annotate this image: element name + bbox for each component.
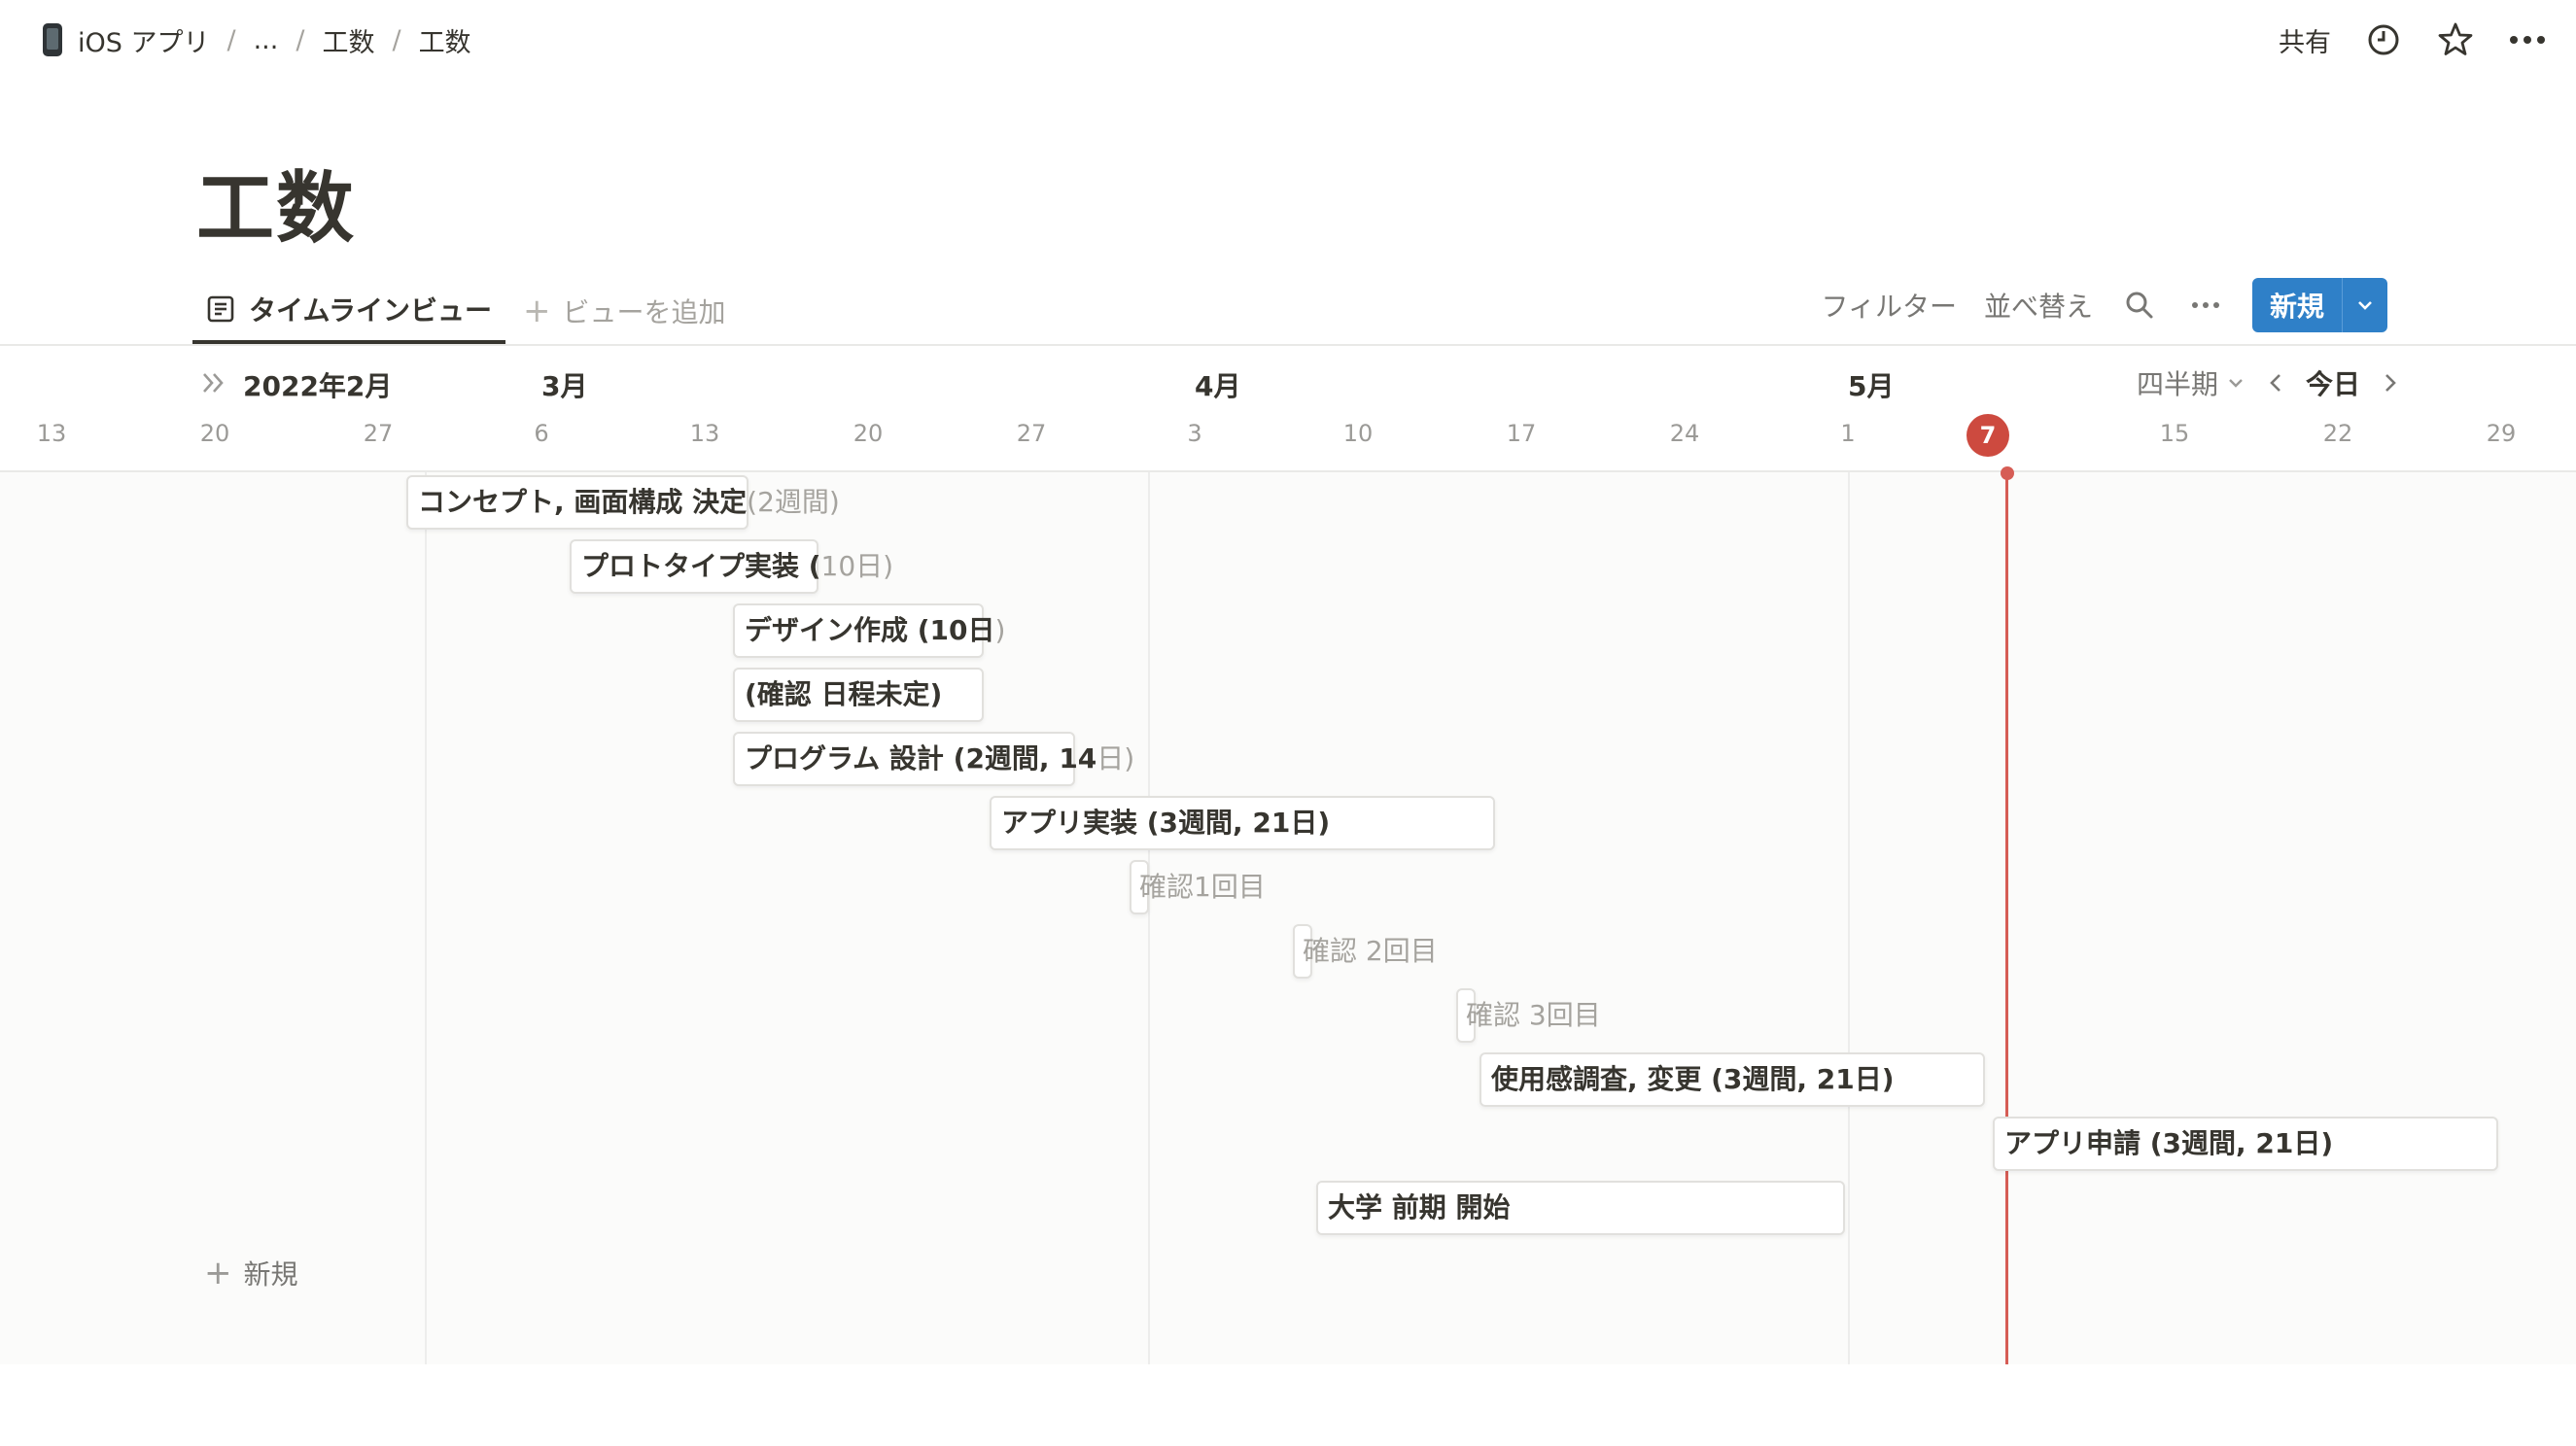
breadcrumb: iOS アプリ / ... / 工数 / 工数 bbox=[43, 19, 471, 60]
database-toolbar: フィルター 並べ替え 新規 bbox=[1822, 278, 2387, 332]
item-title: アプリ実装 (3週間, 21日) bbox=[1001, 807, 1331, 839]
page-title[interactable]: 工数 bbox=[196, 146, 356, 258]
breadcrumb-separator: / bbox=[392, 24, 401, 55]
today-marker bbox=[2001, 466, 2014, 480]
view-tabs: タイムラインビュー + ビューを追加 bbox=[192, 278, 726, 344]
day-label: 15 bbox=[2159, 420, 2190, 447]
double-chevron-icon[interactable] bbox=[200, 369, 227, 400]
item-title: 大学 前期 開始 bbox=[1328, 1191, 1511, 1223]
header-actions: 共有 bbox=[2279, 17, 2547, 62]
chevron-down-icon bbox=[2229, 379, 2243, 388]
timeline-controls: 四半期 今日 bbox=[2137, 362, 2399, 404]
item-title: 使用感調査, 変更 (3週間, 21日) bbox=[1491, 1063, 1895, 1095]
chevron-right-icon[interactable] bbox=[2382, 371, 2399, 395]
chevron-left-icon[interactable] bbox=[2267, 371, 2284, 395]
month-label: 4月 bbox=[1195, 370, 1241, 402]
day-label: 10 bbox=[1342, 420, 1374, 447]
new-button[interactable]: 新規 bbox=[2251, 278, 2387, 332]
timeline-item[interactable]: プログラム 設計 (2週間, 14日) bbox=[745, 732, 1134, 786]
today-line bbox=[2001, 466, 2014, 1364]
plus-icon: + bbox=[523, 292, 551, 330]
tab-label: タイムラインビュー bbox=[249, 294, 493, 327]
item-title: (確認 日程未定) bbox=[745, 678, 943, 710]
item-title-overflow: 10日) bbox=[820, 550, 894, 582]
more-icon[interactable] bbox=[2186, 286, 2225, 325]
timeline-item[interactable]: 確認 2回目 bbox=[1303, 924, 1438, 979]
add-view-label: ビューを追加 bbox=[562, 296, 726, 328]
item-title-overflow: (2週間) bbox=[747, 486, 840, 518]
timeline-item[interactable]: 使用感調査, 変更 (3週間, 21日) bbox=[1491, 1052, 1895, 1107]
item-title: 確認 2回目 bbox=[1303, 935, 1438, 967]
timeline-item[interactable]: 大学 前期 開始 bbox=[1328, 1181, 1511, 1235]
new-button-label: 新規 bbox=[2269, 291, 2324, 323]
timeline-item[interactable]: デザイン作成 (10日) bbox=[745, 603, 1005, 658]
timeline-item[interactable]: (確認 日程未定) bbox=[745, 668, 942, 722]
breadcrumb-item-parent[interactable]: 工数 bbox=[322, 21, 374, 59]
item-title: デザイン作成 (10日 bbox=[745, 614, 995, 646]
phone-icon bbox=[43, 23, 62, 56]
day-label: 24 bbox=[1669, 420, 1700, 447]
item-title: アプリ申請 (3週間, 21日) bbox=[2004, 1127, 2334, 1159]
day-label: 17 bbox=[1506, 420, 1537, 447]
day-label: 1 bbox=[1840, 420, 1856, 447]
timeline-item[interactable]: アプリ申請 (3週間, 21日) bbox=[2004, 1117, 2333, 1171]
month-gridline bbox=[425, 472, 427, 1364]
day-label: 3 bbox=[1187, 420, 1202, 447]
page-bottom bbox=[0, 1364, 2576, 1446]
day-label: 22 bbox=[2322, 420, 2353, 447]
month-label: 3月 bbox=[541, 370, 588, 402]
chevron-down-icon[interactable] bbox=[2342, 278, 2387, 332]
filter-button[interactable]: フィルター bbox=[1822, 286, 1957, 325]
month-label: 5月 bbox=[1848, 370, 1895, 402]
breadcrumb-item-ellipsis[interactable]: ... bbox=[254, 25, 279, 55]
today-button[interactable]: 今日 bbox=[2306, 363, 2360, 402]
timeline-item[interactable]: 確認1回目 bbox=[1139, 860, 1266, 914]
add-row-button[interactable]: + 新規 bbox=[204, 1254, 298, 1292]
timeline-item[interactable]: 確認 3回目 bbox=[1466, 988, 1601, 1043]
day-label: 20 bbox=[853, 420, 884, 447]
scale-select[interactable]: 四半期 bbox=[2137, 363, 2245, 402]
breadcrumb-separator: / bbox=[296, 24, 305, 55]
clock-icon[interactable] bbox=[2364, 20, 2403, 59]
day-label: 13 bbox=[36, 420, 67, 447]
search-icon[interactable] bbox=[2120, 286, 2159, 325]
timeline-item[interactable]: アプリ実装 (3週間, 21日) bbox=[1001, 796, 1330, 850]
today-badge: 7 bbox=[1967, 414, 2009, 457]
item-title: コンセプト, 画面構成 決定 bbox=[418, 486, 748, 518]
month-gridline bbox=[1848, 472, 1850, 1364]
month-gridline bbox=[1148, 472, 1150, 1364]
tab-timeline-view[interactable]: タイムラインビュー bbox=[192, 278, 506, 344]
timeline-header: 2022年2月 3月 4月 5月 13 20 27 6 13 20 27 3 1… bbox=[0, 346, 2576, 470]
item-title-overflow: 日) bbox=[1097, 742, 1135, 775]
breadcrumb-item-current[interactable]: 工数 bbox=[419, 21, 471, 59]
item-title: プロトタイプ実装 ( bbox=[581, 550, 821, 582]
sort-button[interactable]: 並べ替え bbox=[1984, 286, 2093, 325]
day-label: 6 bbox=[534, 420, 549, 447]
share-button[interactable]: 共有 bbox=[2279, 21, 2331, 59]
item-title: 確認 3回目 bbox=[1466, 999, 1601, 1031]
item-title: プログラム 設計 (2週間, 14 bbox=[745, 742, 1097, 775]
add-view-button[interactable]: + ビューを追加 bbox=[523, 292, 726, 330]
timeline-item[interactable]: コンセプト, 画面構成 決定(2週間) bbox=[418, 475, 840, 530]
breadcrumb-item-app[interactable]: iOS アプリ bbox=[78, 21, 209, 59]
day-label: 27 bbox=[363, 420, 394, 447]
day-label: 20 bbox=[199, 420, 230, 447]
timeline-item[interactable]: プロトタイプ実装 (10日) bbox=[581, 539, 893, 594]
day-label: 27 bbox=[1016, 420, 1047, 447]
add-row-label: 新規 bbox=[243, 1258, 298, 1291]
star-icon[interactable] bbox=[2436, 20, 2475, 59]
timeline-body: コンセプト, 画面構成 決定(2週間) プロトタイプ実装 (10日) デザイン作… bbox=[0, 466, 2576, 1364]
plus-icon: + bbox=[204, 1254, 232, 1292]
day-label: 29 bbox=[2486, 420, 2517, 447]
scale-label: 四半期 bbox=[2136, 368, 2218, 400]
month-label: 2022年2月 bbox=[243, 370, 393, 402]
breadcrumb-separator: / bbox=[226, 24, 236, 55]
top-bar: iOS アプリ / ... / 工数 / 工数 共有 bbox=[0, 0, 2576, 78]
more-icon[interactable] bbox=[2508, 20, 2547, 59]
day-label: 13 bbox=[689, 420, 720, 447]
item-title: 確認1回目 bbox=[1139, 871, 1266, 903]
timeline-view-icon bbox=[206, 294, 235, 324]
item-title-overflow: ) bbox=[994, 614, 1006, 646]
